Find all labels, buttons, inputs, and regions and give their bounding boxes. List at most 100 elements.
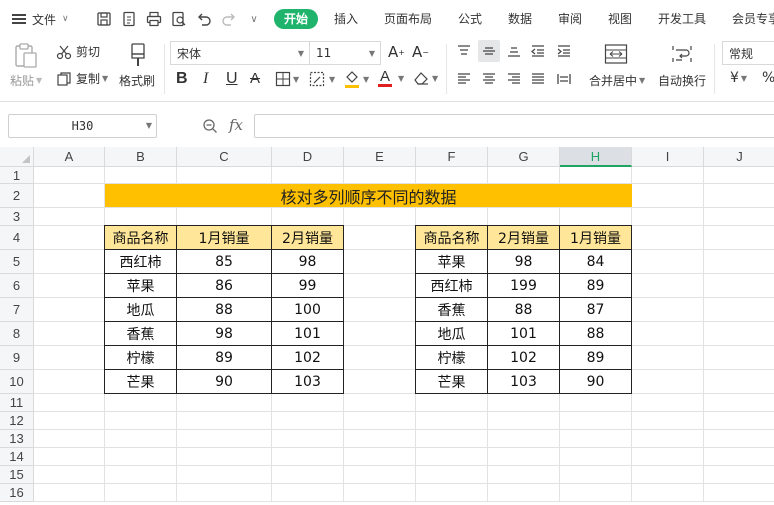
- right-table-cell[interactable]: 87: [560, 298, 632, 322]
- spreadsheet-grid[interactable]: A B C D E F G H I J 1 2 3 4 5 6 7 8 9 10 11 12 13 14 15 16 核对多列顺序不…: [0, 147, 774, 505]
- fill-color-icon[interactable]: ▼: [343, 69, 369, 89]
- right-table-header-cell[interactable]: 商品名称: [415, 225, 488, 250]
- right-table-cell[interactable]: 柠檬: [415, 346, 488, 370]
- row-header-6[interactable]: 6: [0, 274, 34, 298]
- currency-format-button[interactable]: ¥ ▼: [730, 70, 747, 86]
- row-header-9[interactable]: 9: [0, 346, 34, 370]
- right-table-cell[interactable]: 芒果: [415, 370, 488, 394]
- left-table-cell[interactable]: 90: [177, 370, 272, 394]
- format-painter-icon[interactable]: [126, 42, 150, 68]
- column-header-b[interactable]: B: [105, 147, 177, 167]
- right-table-cell[interactable]: 西红柿: [415, 274, 488, 298]
- left-table-cell[interactable]: 100: [272, 298, 344, 322]
- left-table-cell[interactable]: 柠檬: [104, 346, 177, 370]
- left-table-cell[interactable]: 86: [177, 274, 272, 298]
- row-header-13[interactable]: 13: [0, 430, 34, 448]
- redo-icon[interactable]: [220, 10, 238, 28]
- decrease-indent-icon[interactable]: [530, 43, 546, 59]
- name-box[interactable]: H30 ▼: [8, 114, 157, 138]
- tab-view[interactable]: 视图: [608, 9, 632, 29]
- borders-icon[interactable]: ▼: [275, 71, 299, 87]
- right-table-cell[interactable]: 89: [560, 346, 632, 370]
- align-center-icon[interactable]: [481, 71, 497, 87]
- column-header-i[interactable]: I: [632, 147, 704, 167]
- right-table-cell[interactable]: 101: [488, 322, 560, 346]
- formula-input[interactable]: [254, 114, 774, 138]
- right-table-cell[interactable]: 香蕉: [415, 298, 488, 322]
- copy-button[interactable]: 复制 ▼: [56, 70, 108, 87]
- align-middle-icon[interactable]: [478, 40, 500, 62]
- right-table-cell[interactable]: 90: [560, 370, 632, 394]
- right-table-cell[interactable]: 88: [560, 322, 632, 346]
- left-table-cell[interactable]: 98: [177, 322, 272, 346]
- left-table-header-cell[interactable]: 2月销量: [272, 225, 344, 250]
- left-table-cell[interactable]: 89: [177, 346, 272, 370]
- fill-pattern-icon[interactable]: ▼: [309, 71, 335, 87]
- font-name-select[interactable]: 宋体 ▼: [170, 41, 310, 65]
- column-header-e[interactable]: E: [344, 147, 416, 167]
- left-table-header-cell[interactable]: 商品名称: [104, 225, 177, 250]
- underline-icon[interactable]: U: [226, 70, 238, 88]
- increase-indent-icon[interactable]: [556, 43, 572, 59]
- print-preview-icon[interactable]: [170, 10, 188, 28]
- left-table-cell[interactable]: 102: [272, 346, 344, 370]
- align-right-icon[interactable]: [506, 71, 522, 87]
- undo-icon[interactable]: [195, 10, 213, 28]
- right-table-cell[interactable]: 98: [488, 250, 560, 274]
- tab-insert[interactable]: 插入: [334, 9, 358, 29]
- right-table-cell[interactable]: 102: [488, 346, 560, 370]
- customize-toolbar-icon[interactable]: ∨: [245, 10, 263, 28]
- row-header-14[interactable]: 14: [0, 448, 34, 466]
- wrap-text-button[interactable]: 自动换行: [658, 72, 706, 89]
- right-table-cell[interactable]: 苹果: [415, 250, 488, 274]
- tab-developer[interactable]: 开发工具: [658, 9, 706, 29]
- row-header-15[interactable]: 15: [0, 466, 34, 484]
- paste-icon[interactable]: [12, 42, 40, 70]
- left-table-cell[interactable]: 地瓜: [104, 298, 177, 322]
- left-table-header-cell[interactable]: 1月销量: [177, 225, 272, 250]
- row-header-1[interactable]: 1: [0, 167, 34, 184]
- print-icon[interactable]: [145, 10, 163, 28]
- select-all-corner[interactable]: [0, 147, 34, 167]
- column-header-h[interactable]: H: [560, 147, 632, 167]
- paste-button[interactable]: 粘贴 ▼: [10, 72, 42, 89]
- right-table-cell[interactable]: 199: [488, 274, 560, 298]
- font-color-dropdown[interactable]: ▼: [396, 74, 404, 83]
- row-header-16[interactable]: 16: [0, 484, 34, 502]
- strikethrough-icon[interactable]: A: [250, 70, 260, 87]
- format-painter-button[interactable]: 格式刷: [119, 72, 155, 89]
- left-table-cell[interactable]: 芒果: [104, 370, 177, 394]
- wrap-text-icon[interactable]: [670, 43, 694, 65]
- distributed-icon[interactable]: [556, 71, 572, 87]
- column-header-j[interactable]: J: [704, 147, 774, 167]
- row-header-3[interactable]: 3: [0, 208, 34, 226]
- merge-center-button[interactable]: 合并居中 ▼: [589, 72, 645, 89]
- align-left-icon[interactable]: [456, 71, 472, 87]
- left-table-cell[interactable]: 101: [272, 322, 344, 346]
- tab-page-layout[interactable]: 页面布局: [384, 9, 432, 29]
- italic-icon[interactable]: I: [203, 70, 208, 88]
- row-header-2[interactable]: 2: [0, 184, 34, 208]
- zoom-icon[interactable]: [202, 118, 218, 134]
- justify-icon[interactable]: [530, 71, 546, 87]
- column-header-f[interactable]: F: [416, 147, 488, 167]
- decrease-font-icon[interactable]: A −: [412, 43, 429, 61]
- file-menu[interactable]: 文件 ∨: [12, 10, 69, 28]
- tab-review[interactable]: 审阅: [558, 9, 582, 29]
- font-size-select[interactable]: 11 ▼: [309, 41, 381, 65]
- align-top-icon[interactable]: [456, 43, 472, 59]
- save-icon[interactable]: [95, 10, 113, 28]
- percent-format-button[interactable]: %: [762, 70, 774, 86]
- tab-data[interactable]: 数据: [508, 9, 532, 29]
- row-header-10[interactable]: 10: [0, 370, 34, 394]
- left-table-cell[interactable]: 苹果: [104, 274, 177, 298]
- left-table-cell[interactable]: 85: [177, 250, 272, 274]
- insert-function-icon[interactable]: fx: [229, 116, 243, 134]
- left-table-cell[interactable]: 103: [272, 370, 344, 394]
- left-table-cell[interactable]: 88: [177, 298, 272, 322]
- tab-member[interactable]: 会员专享: [732, 9, 774, 29]
- sheet-title-cell[interactable]: 核对多列顺序不同的数据: [105, 184, 632, 207]
- left-table-cell[interactable]: 西红柿: [104, 250, 177, 274]
- column-header-d[interactable]: D: [272, 147, 344, 167]
- right-table-cell[interactable]: 88: [488, 298, 560, 322]
